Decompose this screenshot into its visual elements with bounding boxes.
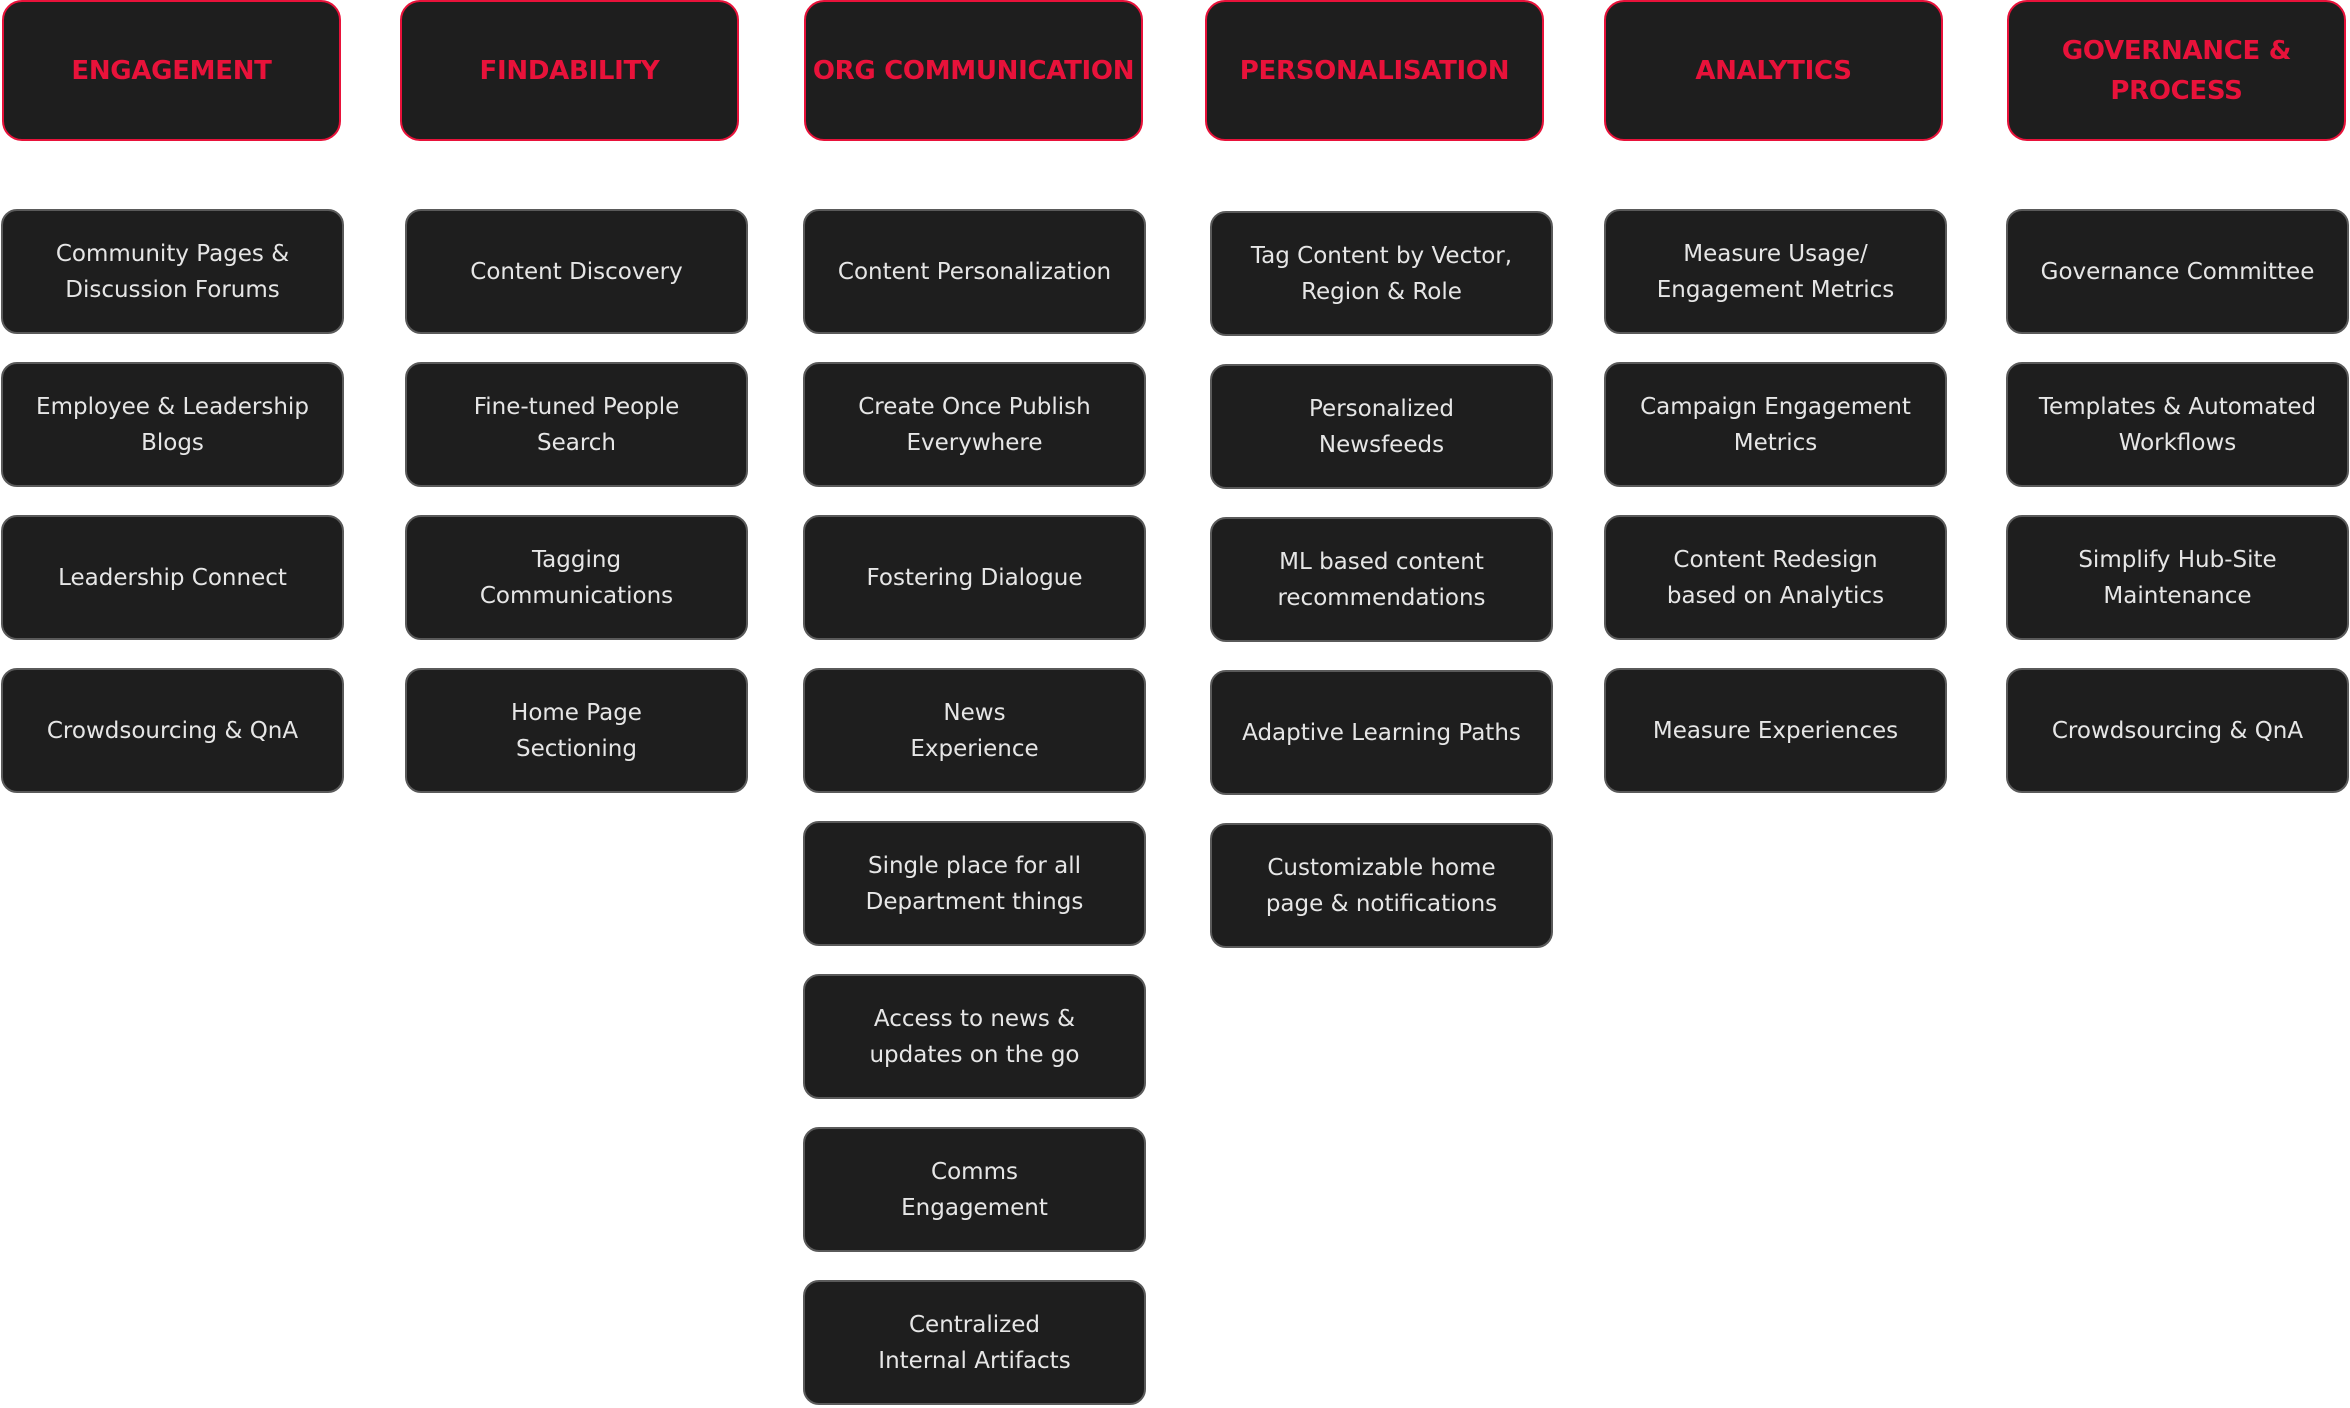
- capability-card: Tag Content by Vector, Region & Role: [1210, 211, 1553, 336]
- capability-card: Crowdsourcing & QnA: [1, 668, 344, 793]
- capability-card: Community Pages & Discussion Forums: [1, 209, 344, 334]
- capability-card: Content Personalization: [803, 209, 1146, 334]
- capability-card: Customizable home page & notifications: [1210, 823, 1553, 948]
- capability-card: Fine-tuned People Search: [405, 362, 748, 487]
- capability-card: ML based content recommendations: [1210, 517, 1553, 642]
- column-header-personalisation: PERSONALISATION: [1205, 0, 1544, 141]
- capability-card: Content Discovery: [405, 209, 748, 334]
- capability-card: Tagging Communications: [405, 515, 748, 640]
- capability-card: Personalized Newsfeeds: [1210, 364, 1553, 489]
- capability-card: Comms Engagement: [803, 1127, 1146, 1252]
- capability-card: Content Redesign based on Analytics: [1604, 515, 1947, 640]
- capability-card: Measure Experiences: [1604, 668, 1947, 793]
- column-header-findability: FINDABILITY: [400, 0, 739, 141]
- column-header-engagement: ENGAGEMENT: [2, 0, 341, 141]
- capability-card: Home Page Sectioning: [405, 668, 748, 793]
- capability-card: Simplify Hub-Site Maintenance: [2006, 515, 2349, 640]
- column-header-governance-process: GOVERNANCE & PROCESS: [2007, 0, 2346, 141]
- capability-card: Leadership Connect: [1, 515, 344, 640]
- capability-card: Templates & Automated Workflows: [2006, 362, 2349, 487]
- capability-card: Single place for all Department things: [803, 821, 1146, 946]
- capability-card: Employee & Leadership Blogs: [1, 362, 344, 487]
- capability-card: Fostering Dialogue: [803, 515, 1146, 640]
- capability-card: Centralized Internal Artifacts: [803, 1280, 1146, 1405]
- column-header-org-communication: ORG COMMUNICATION: [804, 0, 1143, 141]
- capability-card: Create Once Publish Everywhere: [803, 362, 1146, 487]
- capability-card: Access to news & updates on the go: [803, 974, 1146, 1099]
- capability-card: Measure Usage/ Engagement Metrics: [1604, 209, 1947, 334]
- capability-card: Adaptive Learning Paths: [1210, 670, 1553, 795]
- capability-card: News Experience: [803, 668, 1146, 793]
- capability-card: Crowdsourcing & QnA: [2006, 668, 2349, 793]
- capability-card: Campaign Engagement Metrics: [1604, 362, 1947, 487]
- column-header-analytics: ANALYTICS: [1604, 0, 1943, 141]
- capability-card: Governance Committee: [2006, 209, 2349, 334]
